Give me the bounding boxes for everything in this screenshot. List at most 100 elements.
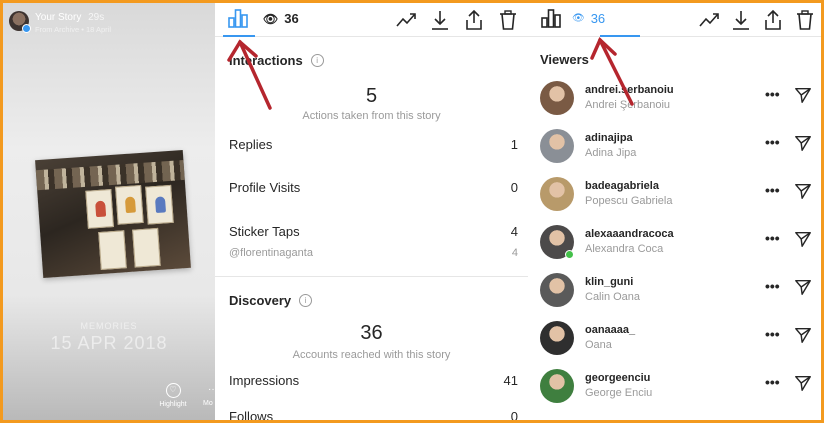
download-icon[interactable]: [429, 9, 451, 31]
metric-row: Replies 1: [229, 137, 518, 152]
avatar[interactable]: [540, 369, 574, 403]
viewer-fullname: Popescu Gabriela: [585, 195, 673, 207]
active-tab-indicator: [600, 35, 640, 37]
send-message-icon[interactable]: [794, 182, 812, 200]
add-badge-icon: [22, 24, 31, 33]
photo-card: [115, 184, 144, 225]
viewer-username[interactable]: georgeenciu: [585, 372, 650, 384]
more-options-icon[interactable]: •••: [765, 278, 780, 294]
viewer-row[interactable]: andrei.serbanoiu Andrei Şerbanoiu •••: [528, 81, 821, 127]
send-message-icon[interactable]: [794, 86, 812, 104]
avatar[interactable]: [540, 129, 574, 163]
metric-row: Sticker Taps 4: [229, 224, 518, 239]
story-header: Your Story 29s: [35, 12, 104, 23]
sticker-handle-value: 4: [511, 247, 518, 259]
metric-value: 1: [510, 137, 518, 152]
viewer-fullname: Oana: [585, 339, 612, 351]
metric-row: Follows 0: [229, 409, 518, 420]
viewer-row[interactable]: georgeenciu George Enciu •••: [528, 369, 821, 415]
viewer-row[interactable]: badeagabriela Popescu Gabriela •••: [528, 177, 821, 223]
story-time: 29s: [88, 12, 105, 23]
metric-label: Sticker Taps: [229, 224, 300, 239]
metric-row: Impressions 41: [229, 373, 518, 388]
insights-chart-icon[interactable]: [227, 7, 249, 29]
viewer-row[interactable]: adinajipa Adina Jipa •••: [528, 129, 821, 175]
discovery-title: Discovery: [229, 293, 292, 308]
more-options-icon[interactable]: •••: [765, 182, 780, 198]
memories-watermark: MEMORIES: [80, 321, 138, 331]
insights-panel: 👁︎ 36 Interactions i 5 Actions taken fro…: [215, 3, 528, 420]
info-icon[interactable]: i: [299, 294, 313, 307]
viewer-row[interactable]: klin_guni Calin Oana •••: [528, 273, 821, 319]
viewers-title: Viewers: [540, 52, 589, 67]
more-options-icon[interactable]: •••: [765, 374, 780, 390]
story-username: Your Story: [35, 12, 82, 23]
download-icon[interactable]: [730, 9, 752, 31]
section-divider: [215, 276, 528, 277]
photo-card: [85, 189, 114, 229]
story-preview: Your Story 29s From Archive • 18 April M…: [3, 3, 215, 420]
viewer-fullname: Alexandra Coca: [585, 243, 664, 255]
metric-label: Profile Visits: [229, 180, 301, 195]
more-options-icon[interactable]: •••: [765, 230, 780, 246]
interactions-title: Interactions: [229, 53, 303, 68]
more-options-icon[interactable]: •••: [765, 134, 780, 150]
viewer-username[interactable]: alexaaandracoca: [585, 228, 674, 240]
viewer-row[interactable]: oanaaaa_ Oana •••: [528, 321, 821, 367]
online-indicator: [565, 250, 574, 259]
share-icon[interactable]: [463, 9, 485, 31]
tab-views[interactable]: 👁︎ 36: [572, 11, 605, 26]
avatar[interactable]: [540, 273, 574, 307]
photo-card: [145, 184, 174, 225]
send-message-icon[interactable]: [794, 134, 812, 152]
discovery-caption: Accounts reached with this story: [292, 349, 451, 361]
avatar[interactable]: [540, 177, 574, 211]
metric-value: 41: [503, 373, 518, 388]
viewer-username[interactable]: andrei.serbanoiu: [585, 84, 674, 96]
send-message-icon[interactable]: [794, 374, 812, 392]
views-count: 36: [284, 11, 299, 26]
viewer-username[interactable]: klin_guni: [585, 276, 633, 288]
viewers-toolbar: 👁︎ 36: [528, 3, 821, 37]
viewer-username[interactable]: badeagabriela: [585, 180, 659, 192]
trend-icon[interactable]: [395, 9, 417, 31]
interactions-caption: Actions taken from this story: [302, 110, 441, 122]
viewer-fullname: George Enciu: [585, 387, 653, 399]
discovery-total: 36: [360, 322, 383, 344]
story-subtitle: From Archive • 18 April: [35, 25, 111, 34]
trend-icon[interactable]: [698, 9, 720, 31]
eye-icon: 👁︎: [263, 11, 279, 26]
story-avatar[interactable]: [9, 11, 31, 33]
metric-label: Replies: [229, 137, 273, 152]
metric-row: Profile Visits 0: [229, 180, 518, 195]
insights-toolbar: 👁︎ 36: [215, 3, 528, 37]
insights-chart-icon[interactable]: [540, 7, 562, 29]
info-icon[interactable]: i: [310, 54, 324, 67]
viewer-username[interactable]: oanaaaa_: [585, 324, 635, 336]
discovery-heading: Discovery i: [229, 293, 313, 308]
viewer-row[interactable]: alexaaandracoca Alexandra Coca •••: [528, 225, 821, 271]
tab-views[interactable]: 👁︎ 36: [263, 11, 299, 26]
send-message-icon[interactable]: [794, 230, 812, 248]
eye-icon: 👁︎: [572, 13, 585, 24]
date-watermark: 15 APR 2018: [50, 333, 168, 353]
trash-icon[interactable]: [794, 9, 816, 31]
send-message-icon[interactable]: [794, 278, 812, 296]
avatar[interactable]: [540, 81, 574, 115]
more-options-icon[interactable]: •••: [765, 86, 780, 102]
metric-value: 0: [510, 180, 518, 195]
send-message-icon[interactable]: [794, 326, 812, 344]
sticker-sub-row[interactable]: @florentinaganta 4: [229, 247, 518, 259]
metric-value: 0: [510, 409, 518, 420]
share-icon[interactable]: [762, 9, 784, 31]
viewer-username[interactable]: adinajipa: [585, 132, 633, 144]
avatar[interactable]: [540, 321, 574, 355]
interactions-heading: Interactions i: [229, 53, 324, 68]
more-label: Mo: [203, 400, 213, 407]
more-icon[interactable]: ··: [208, 384, 215, 395]
highlight-label: Highlight: [159, 401, 187, 408]
trash-icon[interactable]: [497, 9, 519, 31]
highlight-button[interactable]: ♡ Highlight: [153, 383, 193, 408]
more-options-icon[interactable]: •••: [765, 326, 780, 342]
views-count: 36: [590, 11, 606, 26]
